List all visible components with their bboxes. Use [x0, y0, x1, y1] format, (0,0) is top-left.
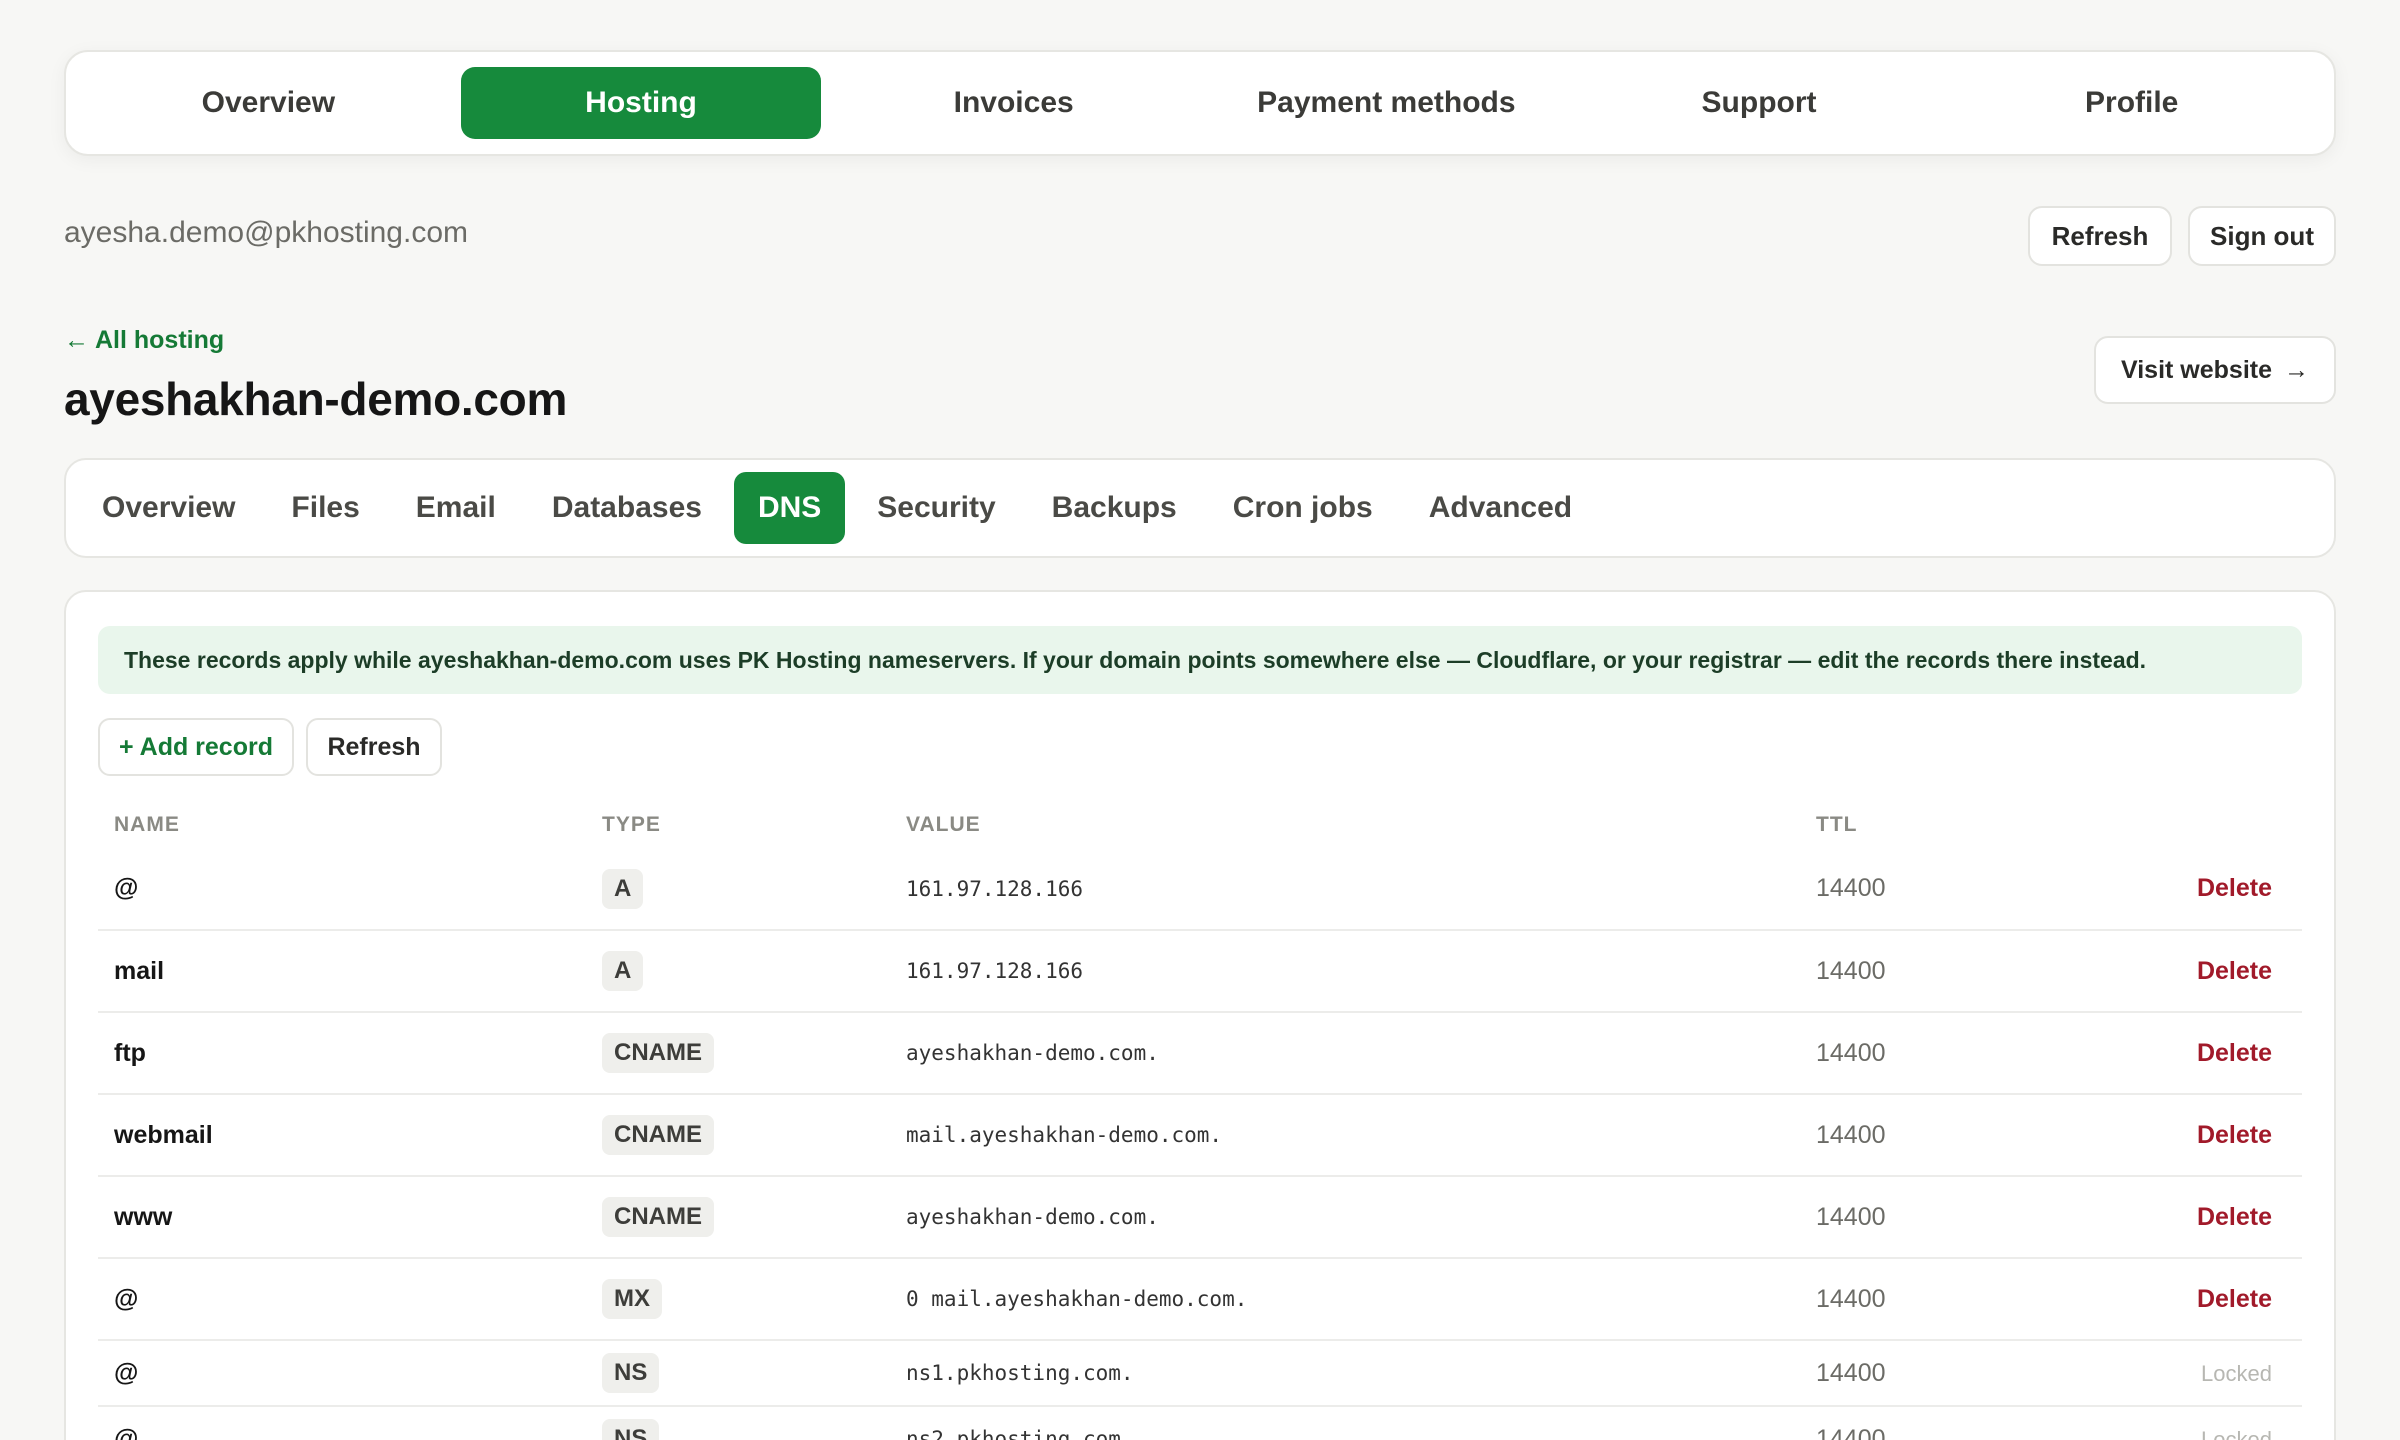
delete-record-button[interactable]: Delete	[2197, 1285, 2272, 1313]
record-name: mail	[98, 930, 586, 1013]
table-header-row: NAME TYPE VALUE TTL	[98, 802, 2302, 848]
locked-label: Locked	[2201, 1360, 2272, 1386]
delete-record-button[interactable]: Delete	[2197, 1121, 2272, 1149]
tab-security[interactable]: Security	[853, 472, 1019, 544]
record-ttl: 14400	[1800, 930, 2100, 1013]
table-row: www CNAME ayeshakhan-demo.com. 14400 Del…	[98, 1176, 2302, 1259]
arrow-left-icon: ←	[64, 326, 89, 354]
record-name: @	[98, 848, 586, 931]
tab-advanced[interactable]: Advanced	[1405, 472, 1596, 544]
record-value: 161.97.128.166	[890, 930, 1800, 1013]
nav-profile[interactable]: Profile	[1951, 67, 2312, 139]
table-row: @ NS ns1.pkhosting.com. 14400 Locked	[98, 1340, 2302, 1407]
dns-records-table: NAME TYPE VALUE TTL @ A 161.97.128.166 1…	[98, 802, 2302, 1440]
table-row: @ MX 0 mail.ayeshakhan-demo.com. 14400 D…	[98, 1258, 2302, 1341]
record-value: mail.ayeshakhan-demo.com.	[890, 1094, 1800, 1177]
table-row: mail A 161.97.128.166 14400 Delete	[98, 930, 2302, 1013]
nav-hosting[interactable]: Hosting	[460, 67, 822, 139]
account-email: ayesha.demo@pkhosting.com	[64, 216, 469, 249]
record-ttl: 14400	[1800, 1176, 2100, 1259]
record-value: ns1.pkhosting.com.	[890, 1340, 1800, 1407]
record-value: ns2.pkhosting.com.	[890, 1406, 1800, 1440]
record-type-badge: CNAME	[602, 1033, 714, 1073]
record-name: webmail	[98, 1094, 586, 1177]
record-ttl: 14400	[1800, 1012, 2100, 1095]
back-link-label: All hosting	[95, 326, 225, 354]
record-type-badge: NS	[602, 1353, 660, 1393]
record-type-badge: MX	[602, 1279, 662, 1319]
record-name: @	[98, 1340, 586, 1407]
record-name: @	[98, 1258, 586, 1341]
column-header-actions	[2100, 802, 2302, 848]
table-row: @ A 161.97.128.166 14400 Delete	[98, 848, 2302, 931]
nav-payment-methods[interactable]: Payment methods	[1206, 67, 1567, 139]
nav-invoices[interactable]: Invoices	[833, 67, 1194, 139]
visit-website-button[interactable]: Visit website →	[2094, 336, 2336, 404]
nav-support[interactable]: Support	[1579, 67, 1940, 139]
record-type-badge: NS	[602, 1419, 660, 1440]
account-refresh-button[interactable]: Refresh	[2028, 206, 2172, 266]
add-record-button[interactable]: + Add record	[98, 718, 294, 776]
record-name: www	[98, 1176, 586, 1259]
page-title: ayeshakhan-demo.com	[64, 373, 568, 425]
record-name: @	[98, 1406, 586, 1440]
tab-files[interactable]: Files	[267, 472, 383, 544]
visit-website-label: Visit website	[2121, 355, 2272, 384]
tab-databases[interactable]: Databases	[528, 472, 726, 544]
back-to-all-hosting-link[interactable]: ← All hosting	[64, 326, 224, 355]
record-ttl: 14400	[1800, 1094, 2100, 1177]
tab-email[interactable]: Email	[392, 472, 520, 544]
record-ttl: 14400	[1800, 1258, 2100, 1341]
column-header-ttl: TTL	[1816, 813, 1858, 836]
record-value: ayeshakhan-demo.com.	[890, 1176, 1800, 1259]
delete-record-button[interactable]: Delete	[2197, 1203, 2272, 1231]
dns-panel: These records apply while ayeshakhan-dem…	[64, 590, 2336, 1440]
record-name: ftp	[98, 1012, 586, 1095]
tab-backups[interactable]: Backups	[1028, 472, 1201, 544]
record-value: 161.97.128.166	[890, 848, 1800, 931]
record-ttl: 14400	[1800, 1340, 2100, 1407]
tab-overview[interactable]: Overview	[78, 472, 259, 544]
delete-record-button[interactable]: Delete	[2197, 874, 2272, 902]
record-value: 0 mail.ayeshakhan-demo.com.	[890, 1258, 1800, 1341]
table-row: webmail CNAME mail.ayeshakhan-demo.com. …	[98, 1094, 2302, 1177]
table-row: ftp CNAME ayeshakhan-demo.com. 14400 Del…	[98, 1012, 2302, 1095]
record-ttl: 14400	[1800, 848, 2100, 931]
tab-dns[interactable]: DNS	[733, 472, 846, 544]
record-type-badge: A	[602, 868, 644, 909]
delete-record-button[interactable]: Delete	[2197, 957, 2272, 985]
column-header-type: TYPE	[602, 813, 661, 836]
tab-cron-jobs[interactable]: Cron jobs	[1209, 472, 1397, 544]
record-ttl: 14400	[1800, 1406, 2100, 1440]
dns-refresh-button[interactable]: Refresh	[306, 718, 442, 776]
record-type-badge: CNAME	[602, 1115, 714, 1155]
arrow-right-icon: →	[2284, 355, 2309, 384]
delete-record-button[interactable]: Delete	[2197, 1039, 2272, 1067]
locked-label: Locked	[2201, 1426, 2272, 1440]
table-row: @ NS ns2.pkhosting.com. 14400 Locked	[98, 1406, 2302, 1440]
nameserver-notice: These records apply while ayeshakhan-dem…	[98, 626, 2302, 694]
column-header-value: VALUE	[906, 813, 981, 836]
record-value: ayeshakhan-demo.com.	[890, 1012, 1800, 1095]
nav-overview[interactable]: Overview	[88, 67, 449, 139]
sign-out-button[interactable]: Sign out	[2188, 206, 2336, 266]
record-type-badge: A	[602, 951, 644, 991]
hosting-subtabs: Overview Files Email Databases DNS Secur…	[64, 458, 2336, 558]
column-header-name: NAME	[114, 813, 180, 836]
record-type-badge: CNAME	[602, 1197, 714, 1237]
main-nav: Overview Hosting Invoices Payment method…	[64, 50, 2336, 156]
